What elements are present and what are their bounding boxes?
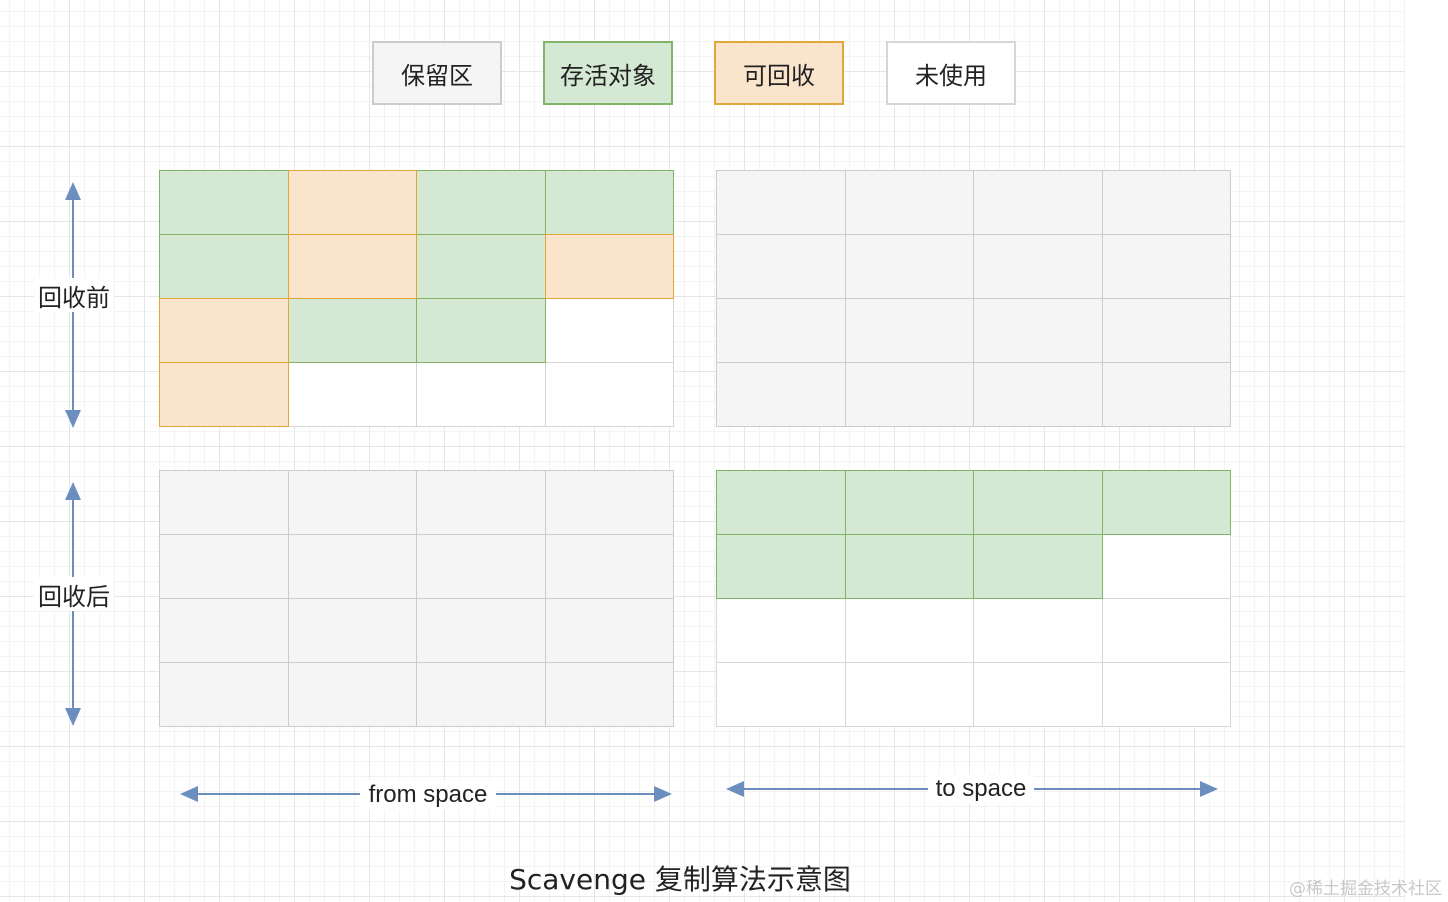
arrowhead-after-down — [65, 708, 81, 726]
arrowhead-to-right — [1200, 781, 1218, 797]
arrowhead-from-left — [180, 786, 198, 802]
arrows-layer — [65, 182, 1218, 802]
arrowhead-from-right — [654, 786, 672, 802]
arrowhead-before-up — [65, 182, 81, 200]
arrowhead-after-up — [65, 482, 81, 500]
arrowhead-to-left — [726, 781, 744, 797]
label-before-collection: 回收前 — [34, 278, 114, 312]
label-to-space: to space — [928, 774, 1034, 804]
arrowhead-before-down — [65, 410, 81, 428]
label-after-collection: 回收后 — [34, 577, 114, 611]
label-from-space: from space — [360, 780, 496, 810]
watermark: @稀土掘金技术社区 — [1289, 879, 1442, 899]
diagram-caption: Scavenge 复制算法示意图 — [509, 863, 851, 896]
